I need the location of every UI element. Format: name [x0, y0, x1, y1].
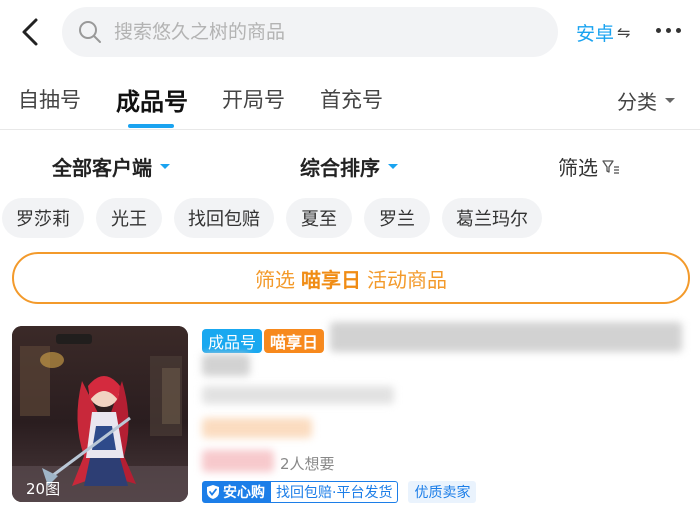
- product-card[interactable]: 20图 成品号 喵享日 2人想要 安心购 找回包赔·平台发货 优质卖家: [12, 322, 688, 504]
- trust-badges: 安心购 找回包赔·平台发货 优质卖家: [202, 481, 477, 503]
- chevron-left-icon: [22, 18, 38, 46]
- chip-granmar[interactable]: 葛兰玛尔: [442, 198, 542, 238]
- search-icon: [79, 21, 101, 43]
- more-options-button[interactable]: [656, 28, 681, 33]
- caret-down-icon: [160, 164, 170, 169]
- platform-label: 安卓: [576, 23, 615, 45]
- product-title-redacted: [330, 322, 682, 352]
- sort-filter-label: 综合排序: [300, 156, 380, 180]
- filter-bar: 全部客户端 综合排序 筛选: [0, 140, 700, 188]
- filter-button[interactable]: 筛选: [558, 152, 620, 181]
- image-count: 20图: [26, 480, 61, 498]
- want-count: 2人想要: [280, 455, 335, 473]
- back-button[interactable]: [14, 14, 46, 50]
- product-price-redacted: [202, 418, 312, 438]
- promo-suffix: 活动商品: [367, 267, 447, 292]
- swap-icon: ⇋: [617, 23, 631, 42]
- sort-filter[interactable]: 综合排序: [300, 152, 398, 181]
- category-label: 分类: [617, 90, 657, 114]
- tab-finished-account[interactable]: 成品号: [116, 82, 188, 117]
- product-price-tag-redacted: [202, 450, 274, 472]
- shield-check-icon: [207, 485, 219, 499]
- more-dot-icon: [656, 28, 661, 33]
- tag-promo-day: 喵享日: [264, 329, 325, 353]
- tag-finished-account: 成品号: [202, 329, 263, 353]
- caret-down-icon: [665, 98, 675, 103]
- promo-prefix: 筛选: [255, 267, 295, 292]
- more-dot-icon: [666, 28, 671, 33]
- product-title-redacted-line2: [202, 354, 250, 376]
- account-type-tabs: 自抽号 成品号 开局号 首充号 分类: [0, 66, 700, 130]
- filter-icon: [602, 159, 619, 174]
- active-tab-indicator: [128, 124, 174, 128]
- platform-switch[interactable]: 安卓 ⇋: [576, 19, 630, 46]
- chip-recovery-guarantee[interactable]: 找回包赔: [174, 198, 274, 238]
- safe-purchase-note: 找回包赔·平台发货: [271, 481, 399, 503]
- tab-first-charge[interactable]: 首充号: [320, 84, 383, 114]
- product-desc-redacted: [202, 386, 394, 404]
- chip-summer-solstice[interactable]: 夏至: [286, 198, 352, 238]
- tab-starter-account[interactable]: 开局号: [222, 84, 285, 114]
- product-thumbnail[interactable]: 20图: [12, 326, 188, 502]
- caret-down-icon: [388, 164, 398, 169]
- safe-purchase-badge: 安心购: [202, 481, 271, 503]
- tab-self-draw[interactable]: 自抽号: [18, 84, 81, 114]
- category-dropdown[interactable]: 分类: [617, 86, 675, 115]
- promo-highlight: 喵享日: [301, 267, 361, 292]
- character-artwork: [12, 326, 188, 502]
- filter-label: 筛选: [558, 156, 598, 180]
- quick-filter-chips: 罗莎莉 光王 找回包赔 夏至 罗兰 葛兰玛尔: [0, 198, 700, 240]
- chip-light-king[interactable]: 光王: [96, 198, 162, 238]
- client-filter-label: 全部客户端: [52, 156, 152, 180]
- chip-roland[interactable]: 罗兰: [364, 198, 430, 238]
- more-dot-icon: [676, 28, 681, 33]
- client-filter[interactable]: 全部客户端: [52, 152, 170, 181]
- search-box[interactable]: [62, 7, 558, 57]
- chip-rosalie[interactable]: 罗莎莉: [2, 198, 84, 238]
- top-bar: 安卓 ⇋: [0, 0, 700, 64]
- search-input[interactable]: [114, 21, 534, 43]
- quality-seller-badge: 优质卖家: [408, 481, 477, 503]
- safe-badge-label: 安心购: [223, 485, 265, 501]
- promo-filter-banner[interactable]: 筛选 喵享日 活动商品: [12, 252, 690, 304]
